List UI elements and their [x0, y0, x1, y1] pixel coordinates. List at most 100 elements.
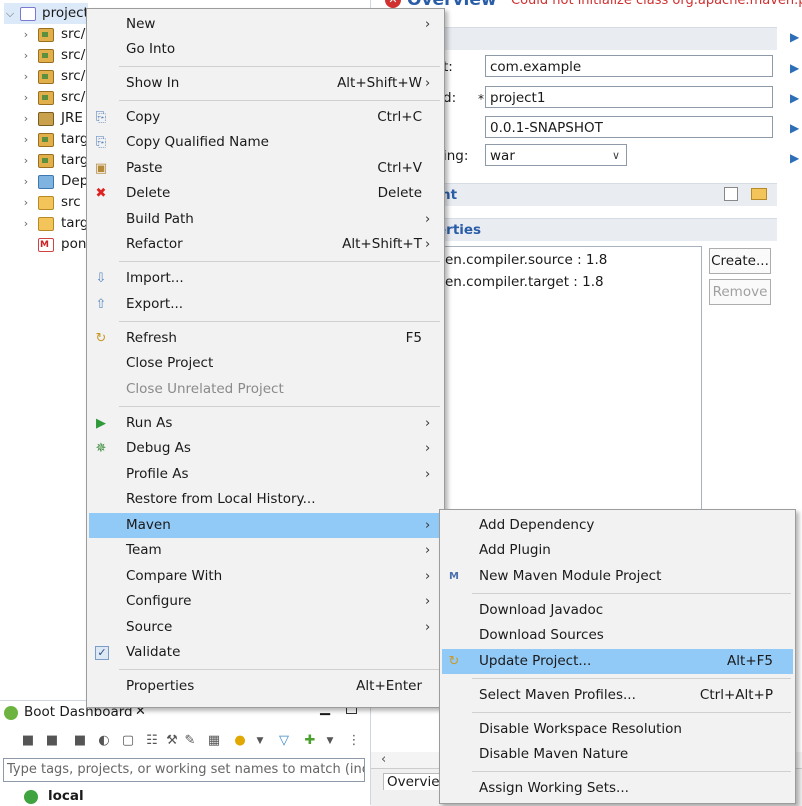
tree-item-label: targ	[61, 215, 89, 231]
chevron-right-icon: ›	[425, 594, 431, 609]
maven-module-icon: M	[449, 571, 459, 582]
menu-item-properties[interactable]: Properties Alt+Enter	[89, 674, 442, 699]
chevron-right-icon[interactable]: ›	[20, 108, 32, 129]
start-icon[interactable]: ■	[20, 733, 36, 749]
debug-start-icon[interactable]: ■	[44, 733, 60, 749]
lightbulb-icon[interactable]: ●	[232, 733, 248, 749]
dropdown-icon[interactable]: ▼	[252, 733, 268, 749]
library-icon	[38, 112, 54, 126]
boot-toolbar: ■ ■ ■ ◐ ▢ ☷ ⚒ ✎ ▦ ● ▼ ▽ ✚ ▼ ⋮	[20, 733, 365, 749]
menu-item-go-into[interactable]: Go Into	[89, 37, 442, 62]
menu-item-copy[interactable]: ⎘ Copy Ctrl+C	[89, 105, 442, 130]
expand-arrow-icon[interactable]: ▶	[790, 91, 802, 105]
chevron-right-icon[interactable]: ›	[20, 192, 32, 213]
chevron-right-icon[interactable]: ›	[20, 213, 32, 234]
menu-item-source[interactable]: Source ›	[89, 615, 442, 640]
filter-icon[interactable]: ▽	[276, 733, 292, 749]
menu-item-download-javadoc[interactable]: Download Javadoc	[442, 598, 793, 623]
expand-arrow-icon[interactable]: ▶	[790, 151, 802, 165]
expand-arrow-icon[interactable]: ▶	[790, 30, 802, 44]
scroll-left-icon[interactable]: ‹	[381, 752, 386, 767]
version-field[interactable]: 0.0.1-SNAPSHOT	[485, 116, 773, 138]
open-console-icon[interactable]: ☷	[144, 733, 160, 749]
dropdown-icon[interactable]: ▼	[322, 733, 338, 749]
menu-item-new-maven-module-project[interactable]: M New Maven Module Project	[442, 564, 793, 589]
tree-item-label: src/	[61, 26, 86, 42]
stop-icon[interactable]: ■	[72, 733, 88, 749]
add-icon[interactable]: ✚	[302, 733, 318, 749]
packaging-select[interactable]: war ∨	[485, 144, 627, 166]
chevron-down-icon[interactable]: ⌵	[4, 3, 16, 24]
menu-item-profile-as[interactable]: Profile As ›	[89, 462, 442, 487]
tree-item-project[interactable]: ⌵ project	[4, 3, 89, 24]
chevron-right-icon: ›	[425, 17, 431, 32]
chevron-right-icon[interactable]: ›	[20, 171, 32, 192]
copy-qualified-icon: ⎘	[95, 135, 107, 150]
menu-item-compare-with[interactable]: Compare With ›	[89, 564, 442, 589]
menu-item-disable-maven-nature[interactable]: Disable Maven Nature	[442, 742, 793, 767]
menu-item-restore-local-history[interactable]: Restore from Local History...	[89, 487, 442, 512]
restart-icon[interactable]: ◐	[96, 733, 112, 749]
menu-item-team[interactable]: Team ›	[89, 538, 442, 563]
chevron-right-icon[interactable]: ›	[20, 24, 32, 45]
remove-button[interactable]: Remove	[709, 279, 771, 305]
artifact-id-field[interactable]: project1	[485, 86, 773, 108]
menu-item-export[interactable]: ⇧ Export...	[89, 292, 442, 317]
tree-item-label: targ	[61, 131, 89, 147]
menu-item-new[interactable]: New ›	[89, 12, 442, 37]
menu-item-add-dependency[interactable]: Add Dependency	[442, 513, 793, 538]
local-status-icon	[24, 790, 38, 804]
menu-item-paste[interactable]: ▣ Paste Ctrl+V	[89, 156, 442, 181]
menu-item-import[interactable]: ⇩ Import...	[89, 266, 442, 291]
menu-item-build-path[interactable]: Build Path ›	[89, 207, 442, 232]
maven-project-icon	[20, 7, 36, 21]
chevron-right-icon[interactable]: ›	[20, 66, 32, 87]
menu-item-maven[interactable]: Maven ›	[89, 513, 442, 538]
menu-item-debug-as[interactable]: ✵ Debug As ›	[89, 436, 442, 461]
menu-item-validate[interactable]: ✓ Validate	[89, 640, 442, 665]
project-explorer: ⌵ project › src/ › src/ › src/ › src/ › …	[0, 0, 89, 690]
property-row[interactable]: ven.compiler.source : 1.8	[437, 252, 607, 268]
menu-item-assign-working-sets[interactable]: Assign Working Sets...	[442, 776, 793, 801]
menu-item-download-sources[interactable]: Download Sources	[442, 623, 793, 648]
chevron-right-icon[interactable]: ›	[20, 87, 32, 108]
create-button[interactable]: Create...	[709, 248, 771, 274]
expose-icon[interactable]: ⚒	[164, 733, 180, 749]
table-icon[interactable]: ▦	[206, 733, 222, 749]
local-target-row[interactable]: local	[20, 788, 220, 806]
menu-item-copy-qualified-name[interactable]: ⎘ Copy Qualified Name	[89, 130, 442, 155]
menu-item-update-project[interactable]: ↻ Update Project... Alt+F5	[442, 649, 793, 674]
edit-icon[interactable]: ✎	[182, 733, 198, 749]
menu-item-show-in[interactable]: Show In Alt+Shift+W ›	[89, 71, 442, 96]
chevron-right-icon[interactable]: ›	[20, 45, 32, 66]
expand-arrow-icon[interactable]: ▶	[790, 61, 802, 75]
folder-open-icon[interactable]	[751, 188, 767, 200]
menu-item-configure[interactable]: Configure ›	[89, 589, 442, 614]
filter-input[interactable]: Type tags, projects, or working set name…	[3, 758, 365, 782]
menu-item-close-project[interactable]: Close Project	[89, 351, 442, 376]
copy-icon: ⎘	[95, 110, 107, 125]
property-row[interactable]: ven.compiler.target : 1.8	[437, 274, 604, 290]
chevron-right-icon[interactable]: ›	[20, 129, 32, 150]
menu-item-select-maven-profiles[interactable]: Select Maven Profiles... Ctrl+Alt+P	[442, 683, 793, 708]
menu-separator	[472, 678, 791, 679]
menu-item-refresh[interactable]: ↻ Refresh F5	[89, 326, 442, 351]
view-menu-icon[interactable]: ⋮	[346, 733, 362, 749]
menu-item-add-plugin[interactable]: Add Plugin	[442, 538, 793, 563]
menu-item-close-unrelated-project[interactable]: Close Unrelated Project	[89, 377, 442, 402]
tree-item-label: Dep	[61, 173, 89, 189]
menu-item-disable-workspace-resolution[interactable]: Disable Workspace Resolution	[442, 717, 793, 742]
menu-item-run-as[interactable]: ▶ Run As ›	[89, 411, 442, 436]
menu-item-delete[interactable]: ✖ Delete Delete	[89, 181, 442, 206]
expand-arrow-icon[interactable]: ▶	[790, 121, 802, 135]
chevron-right-icon[interactable]: ›	[20, 150, 32, 171]
chevron-right-icon: ›	[425, 237, 431, 252]
delete-icon: ✖	[95, 186, 107, 201]
open-file-icon[interactable]	[724, 187, 738, 201]
chevron-down-icon: ∨	[611, 149, 621, 162]
debug-icon: ✵	[95, 441, 107, 456]
group-id-field[interactable]: com.example	[485, 55, 773, 77]
tree-item-label: JRE	[61, 110, 83, 126]
open-browser-icon[interactable]: ▢	[120, 733, 136, 749]
menu-item-refactor[interactable]: Refactor Alt+Shift+T ›	[89, 232, 442, 257]
